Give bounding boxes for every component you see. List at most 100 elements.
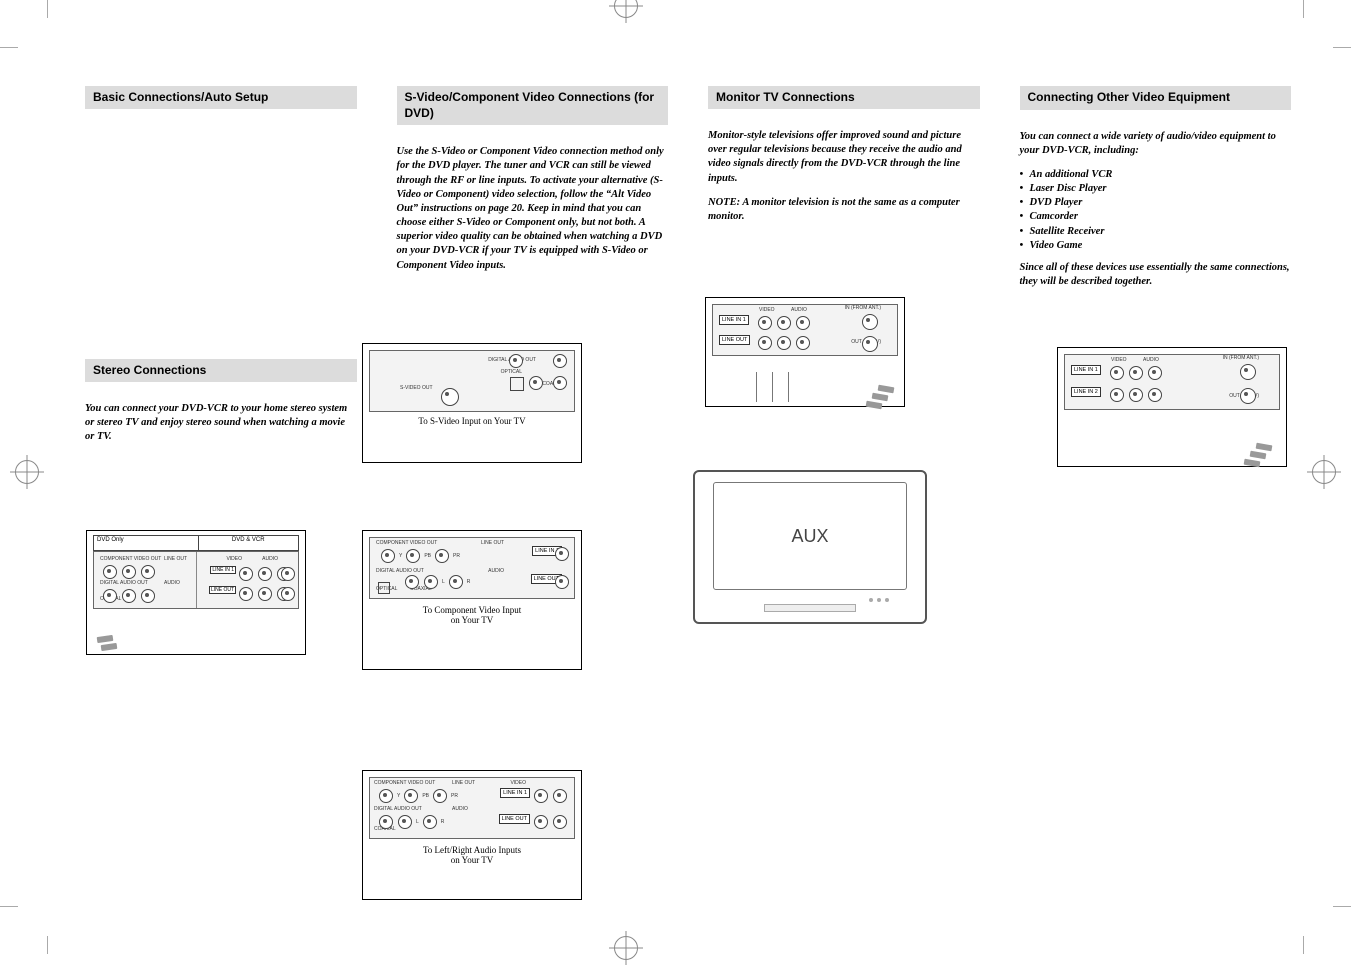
svideo-jack-icon	[441, 388, 459, 406]
jack-icon	[239, 567, 253, 581]
label-dvd-vcr: DVD & VCR	[199, 536, 299, 550]
registration-mark-icon	[1312, 460, 1336, 484]
cable-plug-icon	[1256, 443, 1273, 452]
tv-screen: AUX	[713, 482, 907, 590]
list-item: An additional VCR	[1020, 168, 1292, 182]
cable-plug-icon	[101, 643, 118, 651]
label-audio: AUDIO	[452, 806, 468, 812]
jack-icon	[424, 575, 438, 589]
label-audio: AUDIO	[791, 307, 807, 313]
list-item: Video Game	[1020, 239, 1292, 253]
figure-caption: on Your TV	[363, 855, 581, 865]
label-audio: AUDIO	[1143, 357, 1159, 363]
label-svideo-out: S-VIDEO OUT	[400, 385, 433, 391]
other-outro: Since all of these devices use essential…	[1020, 261, 1292, 289]
figure-caption: To S-Video Input on Your TV	[363, 416, 581, 426]
label-y: Y	[397, 793, 400, 799]
label-pr: PR	[453, 553, 460, 559]
monitor-body: Monitor-style televisions offer improved…	[708, 129, 980, 186]
cropmark	[1303, 0, 1304, 18]
label-line-out: LINE OUT	[164, 556, 187, 562]
label-line-out: LINE OUT	[719, 335, 750, 345]
label-ant-in: IN (FROM ANT.)	[1223, 355, 1259, 361]
figure-caption: To Component Video Input	[363, 605, 581, 615]
label-l: L	[416, 819, 419, 825]
heading-basic-connections: Basic Connections/Auto Setup	[85, 86, 357, 109]
monitor-note: NOTE: A monitor television is not the sa…	[708, 196, 980, 224]
jack-icon	[258, 567, 272, 581]
rear-panel-icon: VIDEO AUDIO IN (FROM ANT.) OUT (TO TV) L…	[712, 304, 898, 356]
label-video: VIDEO	[510, 780, 526, 786]
jack-icon	[281, 587, 295, 601]
page: Basic Connections/Auto Setup Stereo Conn…	[0, 0, 1351, 954]
jack-icon	[777, 316, 791, 330]
jack-icon	[1148, 388, 1162, 402]
figure-tv-aux: AUX	[693, 470, 927, 624]
heading-monitor-tv: Monitor TV Connections	[708, 86, 980, 109]
jack-icon	[1129, 366, 1143, 380]
label-audio: AUDIO	[488, 568, 504, 574]
jack-icon	[553, 789, 567, 803]
coax-jack-icon	[1240, 388, 1256, 404]
tv-button-icon	[869, 598, 873, 602]
rear-panel-icon: DIGITAL AUDIO OUT S-VIDEO OUT OPTICAL CO…	[369, 350, 575, 412]
other-intro: You can connect a wide variety of audio/…	[1020, 130, 1292, 158]
label-line-in1: LINE IN 1	[210, 566, 236, 574]
jack-icon	[423, 815, 437, 829]
jack-icon	[122, 589, 136, 603]
label-digital-audio: DIGITAL AUDIO OUT	[374, 806, 422, 812]
tv-slot-icon	[764, 604, 856, 612]
label-line-out: LINE OUT	[481, 540, 504, 546]
cropmark	[47, 936, 48, 954]
cable-plug-icon	[872, 393, 889, 402]
label-y: Y	[399, 553, 402, 559]
cable-icon	[756, 372, 757, 402]
jack-icon	[553, 376, 567, 390]
jack-icon	[509, 354, 523, 368]
cropmark	[0, 47, 18, 48]
jack-icon	[1129, 388, 1143, 402]
list-item: Satellite Receiver	[1020, 225, 1292, 239]
coax-jack-icon	[862, 314, 878, 330]
jack-icon	[141, 589, 155, 603]
rear-panel-icon: VIDEO AUDIO IN (FROM ANT.) OUT (TO TV) L…	[1064, 354, 1280, 410]
heading-svideo-connections: S-Video/Component Video Connections (for…	[397, 86, 669, 125]
jack-icon	[435, 549, 449, 563]
equipment-list: An additional VCR Laser Disc Player DVD …	[1020, 168, 1292, 253]
jack-icon	[433, 789, 447, 803]
label-component: COMPONENT VIDEO OUT	[374, 780, 435, 786]
label-pb: PB	[424, 553, 431, 559]
figure-stereo-diagram: DVD Only DVD & VCR COMPONENT VIDEO OUT D…	[86, 530, 306, 655]
label-line-out: LINE OUT	[452, 780, 475, 786]
cable-icon	[788, 372, 789, 402]
label-video: VIDEO	[1111, 357, 1127, 363]
figure-svideo-diagram: DIGITAL AUDIO OUT S-VIDEO OUT OPTICAL CO…	[362, 343, 582, 463]
figure-other-equipment: VIDEO AUDIO IN (FROM ANT.) OUT (TO TV) L…	[1057, 347, 1287, 467]
figure-component-diagram: COMPONENT VIDEO OUT DIGITAL AUDIO OUT OP…	[362, 530, 582, 670]
jack-icon	[534, 815, 548, 829]
label-pr: PR	[451, 793, 458, 799]
cropmark	[0, 906, 18, 907]
jack-icon	[553, 815, 567, 829]
jack-icon	[529, 376, 543, 390]
label-digital-audio: DIGITAL AUDIO OUT	[100, 580, 148, 586]
label-video: VIDEO	[226, 556, 242, 562]
label-dvd-only: DVD Only	[94, 536, 199, 550]
optical-jack-icon	[510, 377, 524, 391]
heading-stereo-connections: Stereo Connections	[85, 359, 357, 382]
jack-icon	[122, 565, 136, 579]
heading-connecting-other: Connecting Other Video Equipment	[1020, 86, 1292, 110]
cropmark	[47, 0, 48, 18]
cropmark	[1333, 906, 1351, 907]
rear-panel-icon: COMPONENT VIDEO OUT DIGITAL AUDIO OUT OP…	[369, 537, 575, 599]
jack-icon	[555, 547, 569, 561]
jack-icon	[1110, 388, 1124, 402]
label-l: L	[442, 579, 445, 585]
jack-icon	[239, 587, 253, 601]
rear-panel-icon: COMPONENT VIDEO OUT DIGITAL AUDIO OUT CO…	[369, 777, 575, 839]
label-audio: AUDIO	[164, 580, 180, 586]
jack-icon	[103, 565, 117, 579]
tv-button-icon	[877, 598, 881, 602]
jack-icon	[758, 316, 772, 330]
jack-icon	[758, 336, 772, 350]
